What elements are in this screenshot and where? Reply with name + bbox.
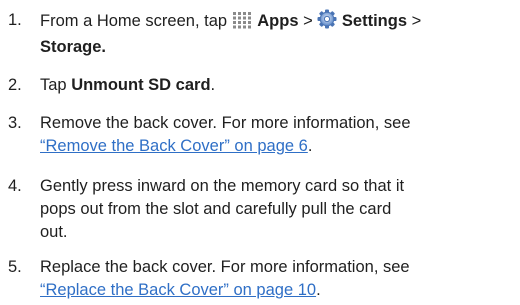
step-number: 4. (8, 177, 22, 195)
step-text: Tap Unmount SD card. (40, 76, 216, 94)
replace-back-cover-link[interactable]: “Replace the Back Cover” on page 10 (40, 281, 316, 299)
unmount-sd-card-label: Unmount SD card (71, 76, 211, 94)
step-number: 3. (8, 114, 22, 132)
step-text: From a Home screen, tap Apps > Settings … (40, 9, 516, 59)
step-number: 2. (8, 76, 22, 94)
step-number: 1. (8, 11, 22, 29)
step-number: 5. (8, 258, 22, 276)
settings-gear-icon (317, 9, 337, 36)
step-text: Replace the back cover. For more informa… (40, 258, 410, 299)
apps-label: Apps (257, 12, 299, 30)
settings-label: Settings (341, 12, 407, 30)
step-text: Gently press inward on the memory card s… (40, 177, 405, 241)
step-text: Remove the back cover. For more informat… (40, 114, 411, 155)
instruction-steps: 1. From a Home screen, tap Apps > Settin… (0, 0, 520, 305)
storage-label: Storage. (40, 38, 107, 56)
apps-grid-icon (232, 11, 253, 36)
remove-back-cover-link[interactable]: “Remove the Back Cover” on page 6 (40, 137, 308, 155)
